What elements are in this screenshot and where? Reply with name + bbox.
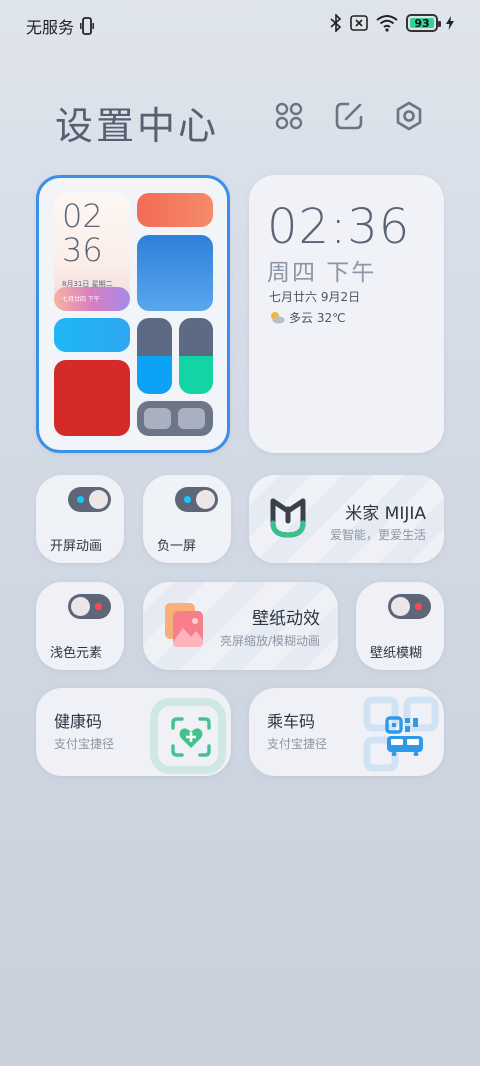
wallpaper-effect-card[interactable]: 壁纸动效 亮屏缩放/模糊动画 bbox=[143, 582, 338, 670]
health-code-card[interactable]: 健康码 支付宝捷径 bbox=[36, 688, 231, 776]
mijia-subtitle: 爱智能，更爱生活 bbox=[329, 528, 426, 542]
mini-button-tile bbox=[137, 401, 213, 436]
mini-button-left bbox=[144, 408, 171, 429]
wallpaper-blur-toggle[interactable] bbox=[388, 594, 431, 619]
clock-time: 02:36 bbox=[267, 199, 411, 255]
mini-clock-minute: 36 bbox=[62, 231, 103, 269]
light-elements-label: 浅色元素 bbox=[50, 646, 103, 661]
toggle-knob bbox=[89, 490, 108, 509]
mini-clock-lunar: 七月廿四 下午 bbox=[62, 296, 100, 303]
ride-code-subtitle: 支付宝捷径 bbox=[267, 737, 328, 751]
mijia-card[interactable]: 米家 MIJIA 爱智能，更爱生活 bbox=[249, 475, 444, 563]
toggle-knob bbox=[196, 490, 215, 509]
mijia-title: 米家 MIJIA bbox=[345, 504, 426, 524]
charging-icon bbox=[446, 16, 454, 30]
light-elements-card[interactable]: 浅色元素 bbox=[36, 582, 124, 670]
ride-code-card[interactable]: 乘车码 支付宝捷径 bbox=[249, 688, 444, 776]
health-code-title: 健康码 bbox=[54, 712, 103, 731]
boot-animation-card[interactable]: 开屏动画 bbox=[36, 475, 124, 563]
bus-qr-icon bbox=[385, 716, 423, 756]
vibrate-icon bbox=[80, 17, 94, 35]
toggle-indicator-dot bbox=[184, 496, 191, 503]
settings-hexagon-icon bbox=[396, 101, 422, 131]
header-actions bbox=[273, 100, 425, 132]
toggle-indicator-dot bbox=[77, 496, 84, 503]
wallpaper-image-icon bbox=[165, 603, 203, 647]
minus-one-screen-card[interactable]: 负一屏 bbox=[143, 475, 231, 563]
status-bar: 无服务 93 bbox=[0, 0, 480, 50]
health-code-icon bbox=[171, 717, 211, 757]
edit-icon bbox=[335, 102, 363, 130]
lunar-date: 七月廿六 9月2日 bbox=[269, 290, 361, 304]
carrier-text: 无服务 bbox=[26, 18, 75, 37]
status-right: 93 bbox=[330, 14, 454, 32]
wallpaper-effect-subtitle: 亮屏缩放/模糊动画 bbox=[219, 634, 320, 648]
settings-button[interactable] bbox=[393, 100, 425, 132]
mini-orange-tile bbox=[137, 193, 213, 227]
weekday-period: 周四 下午 bbox=[267, 260, 377, 286]
health-code-subtitle: 支付宝捷径 bbox=[54, 737, 115, 751]
wallpaper-blur-label: 壁纸模糊 bbox=[370, 646, 423, 661]
status-left: 无服务 bbox=[26, 14, 94, 38]
mini-slider-green bbox=[179, 318, 213, 394]
toggle-knob bbox=[71, 597, 90, 616]
bluetooth-icon bbox=[330, 14, 342, 32]
layout-preview-card[interactable]: 02 36 8月31日 星期二 七月廿四 下午 bbox=[36, 175, 230, 453]
battery-level: 93 bbox=[414, 16, 430, 30]
page-title: 设置中心 bbox=[55, 104, 220, 148]
wifi-icon bbox=[376, 15, 398, 32]
weather-text: 多云 32℃ bbox=[289, 311, 346, 325]
toggle-indicator-dot bbox=[415, 603, 422, 610]
toggle-knob bbox=[391, 597, 410, 616]
partly-cloudy-icon bbox=[271, 312, 285, 324]
mini-clock-hour: 02 bbox=[62, 197, 103, 235]
mini-slider-blue bbox=[137, 318, 172, 394]
mini-blue-tile bbox=[137, 235, 213, 311]
battery-tip bbox=[438, 21, 441, 27]
light-elements-toggle[interactable] bbox=[68, 594, 111, 619]
no-sim-icon bbox=[350, 15, 368, 31]
time-weather-card[interactable]: 02:36 周四 下午 七月廿六 9月2日 多云 32℃ bbox=[249, 175, 444, 453]
minus-one-screen-toggle[interactable] bbox=[175, 487, 218, 512]
toggle-indicator-dot bbox=[95, 603, 102, 610]
boot-animation-label: 开屏动画 bbox=[50, 539, 103, 554]
minus-one-screen-label: 负一屏 bbox=[157, 539, 197, 554]
mini-clock-widget: 02 36 8月31日 星期二 七月廿四 下午 bbox=[54, 193, 130, 311]
wallpaper-effect-title: 壁纸动效 bbox=[252, 609, 320, 629]
mini-button-right bbox=[178, 408, 205, 429]
link-icon bbox=[275, 102, 303, 130]
mini-red-tile bbox=[54, 360, 130, 436]
ride-code-title: 乘车码 bbox=[267, 712, 316, 731]
boot-animation-toggle[interactable] bbox=[68, 487, 111, 512]
mijia-logo-icon bbox=[270, 498, 306, 538]
control-center-page: 无服务 93 设置中心 02 36 8月31日 星期二 七月廿四 下午 02:3… bbox=[0, 0, 480, 1066]
link-button[interactable] bbox=[273, 100, 305, 132]
edit-button[interactable] bbox=[333, 100, 365, 132]
weather-row: 多云 32℃ bbox=[269, 309, 346, 326]
wallpaper-blur-card[interactable]: 壁纸模糊 bbox=[356, 582, 444, 670]
mini-cyan-tile bbox=[54, 318, 130, 352]
battery-indicator: 93 bbox=[406, 14, 441, 32]
